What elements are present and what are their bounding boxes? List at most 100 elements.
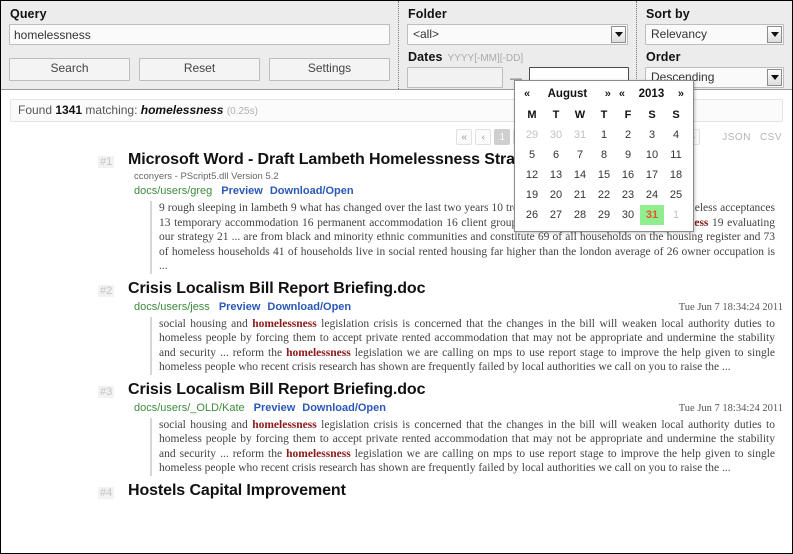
query-column: Query Search Reset Settings [1,1,399,89]
calendar-day[interactable]: 28 [568,205,592,225]
calendar-weekday-5: S [648,109,656,121]
calendar-week-row: 26 27 28 29 30 31 1 [520,205,688,225]
settings-button[interactable]: Settings [269,58,390,81]
folder-select[interactable]: <all> [407,24,628,45]
calendar-weekday-1: T [552,109,560,121]
search-toolbar: Query Search Reset Settings Folder <all>… [1,1,792,90]
result-rank: #4 [98,486,115,499]
page-prev-button[interactable]: ‹ [475,129,492,145]
result-snippet: social housing and homelessness legislat… [150,316,775,375]
export-links: JSON CSV [722,132,782,143]
calendar-day[interactable]: 30 [544,125,568,145]
chevron-down-icon[interactable] [611,26,626,43]
calendar-day[interactable]: 11 [664,145,688,165]
calendar-day[interactable]: 6 [544,145,568,165]
download-open-link[interactable]: Download/Open [267,301,351,313]
sort-select-wrapper[interactable]: Relevancy [645,24,784,45]
result-rank: #2 [98,284,115,297]
preview-link[interactable]: Preview [221,185,263,197]
calendar-body: 29 30 31 1 2 3 4 5 6 7 8 9 10 11 12 13 14 15 16 17 18 19 20 21 2… [520,125,688,225]
found-prefix: Found [18,103,56,117]
result-rank: #3 [98,385,115,398]
calendar-day[interactable]: 14 [568,165,592,185]
page-button-1[interactable]: 1 [494,129,511,145]
result-item: #4 Hostels Capital Improvement [10,476,783,500]
calendar-day[interactable]: 5 [520,145,544,165]
calendar-day[interactable]: 1 [664,205,688,225]
calendar-day[interactable]: 1 [592,125,616,145]
export-csv-link[interactable]: CSV [760,132,782,143]
snippet-highlight: homelessness [252,418,317,431]
calendar-day[interactable]: 30 [616,205,640,225]
calendar-day[interactable]: 25 [664,185,688,205]
calendar-day[interactable]: 19 [520,185,544,205]
calendar-day[interactable]: 29 [592,205,616,225]
result-path: docs/users/greg [134,185,213,197]
calendar-day[interactable]: 8 [592,145,616,165]
calendar-day[interactable]: 7 [568,145,592,165]
calendar-day[interactable]: 9 [616,145,640,165]
search-input[interactable] [9,24,390,45]
next-month-icon[interactable]: » [601,88,615,100]
download-open-link[interactable]: Download/Open [270,185,354,197]
date-picker-popup[interactable]: « August » « 2013 » MTWTFSS 29 30 31 1 2 3 4 5 6… [514,80,694,232]
calendar-day[interactable]: 26 [520,205,544,225]
download-open-link[interactable]: Download/Open [302,402,386,414]
calendar-weekday-2: W [574,109,586,121]
prev-month-icon[interactable]: « [520,88,534,100]
matching-text: matching: [82,103,141,117]
calendar-year-group: « 2013 » [615,88,688,100]
calendar-day[interactable]: 31 [568,125,592,145]
calendar-day[interactable]: 2 [616,125,640,145]
preview-link[interactable]: Preview [254,402,296,414]
calendar-month-group: « August » [520,88,615,100]
calendar-day[interactable]: 23 [616,185,640,205]
result-date: Tue Jun 7 18:34:24 2011 [678,402,783,414]
calendar-week-row: 29 30 31 1 2 3 4 [520,125,688,145]
calendar-week-row: 19 20 21 22 23 24 25 [520,185,688,205]
reset-button[interactable]: Reset [139,58,260,81]
calendar-day[interactable]: 17 [640,165,664,185]
action-button-row: Search Reset Settings [9,58,390,81]
chevron-down-icon[interactable] [767,69,782,86]
result-title[interactable]: Crisis Localism Bill Report Briefing.doc [128,280,783,298]
search-button[interactable]: Search [9,58,130,81]
result-title[interactable]: Crisis Localism Bill Report Briefing.doc [128,381,783,399]
calendar-day[interactable]: 15 [592,165,616,185]
calendar-day[interactable]: 20 [544,185,568,205]
calendar-day[interactable]: 29 [520,125,544,145]
chevron-down-icon[interactable] [767,26,782,43]
calendar-day[interactable]: 4 [664,125,688,145]
folder-column: Folder <all> Dates YYYY[-MM][-DD] — [399,1,637,89]
calendar-day[interactable]: 13 [544,165,568,185]
page-first-button[interactable]: « [456,129,473,145]
result-rank: #1 [98,156,115,168]
calendar-header: « August » « 2013 » [520,85,688,103]
calendar-day[interactable]: 27 [544,205,568,225]
calendar-day[interactable]: 10 [640,145,664,165]
sort-by-select[interactable]: Relevancy [645,24,784,45]
calendar-year-label: 2013 [638,88,665,100]
result-snippet: social housing and homelessness legislat… [150,417,775,476]
result-item: #2 Crisis Localism Bill Report Briefing.d… [10,274,783,375]
calendar-day[interactable]: 3 [640,125,664,145]
calendar-day[interactable]: 18 [664,165,688,185]
result-path: docs/users/_OLD/Kate [134,401,245,414]
folder-select-wrapper[interactable]: <all> [407,24,628,45]
query-time: (0.25s) [226,106,258,117]
calendar-day-selected[interactable]: 31 [640,205,664,225]
export-json-link[interactable]: JSON [722,132,751,143]
calendar-day[interactable]: 12 [520,165,544,185]
prev-year-icon[interactable]: « [615,88,629,100]
result-title[interactable]: Hostels Capital Improvement [128,482,783,500]
calendar-day[interactable]: 21 [568,185,592,205]
next-year-icon[interactable]: » [674,88,688,100]
calendar-day[interactable]: 24 [640,185,664,205]
calendar-day[interactable]: 16 [616,165,640,185]
dates-format-hint: YYYY[-MM][-DD] [447,53,524,64]
preview-link[interactable]: Preview [219,301,261,313]
sort-by-label: Sort by [646,7,690,21]
calendar-day[interactable]: 22 [592,185,616,205]
result-links: docs/users/_OLD/Kate Preview Download/Open… [134,402,783,414]
date-from-input[interactable] [407,67,503,88]
